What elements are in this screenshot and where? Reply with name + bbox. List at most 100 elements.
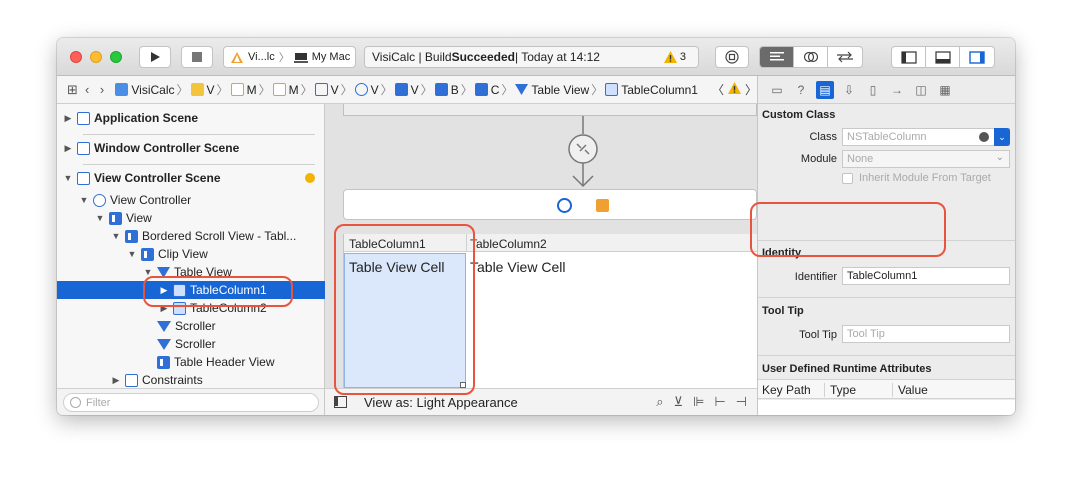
path-item-table-view[interactable]: Table View xyxy=(515,83,589,97)
path-item-view[interactable]: V xyxy=(394,82,419,97)
update-frames-icon[interactable]: ⌕ xyxy=(656,394,663,410)
add-constraints-icon[interactable]: ⊢ xyxy=(714,394,725,410)
chevron-down-icon: ⌄ xyxy=(995,152,1004,163)
outline-item-bordered-scroll-view[interactable]: ▼ Bordered Scroll View - Tabl... xyxy=(57,227,325,245)
path-item-clip-view[interactable]: C xyxy=(474,82,499,97)
segue-connector-icon xyxy=(568,116,598,188)
class-field[interactable]: NSTableColumn ⌄ xyxy=(842,128,1010,146)
go-arrow-icon[interactable] xyxy=(979,132,989,142)
key-path-column[interactable]: Key Path xyxy=(762,383,811,397)
scene-row-window-controller[interactable]: ▶ Window Controller Scene xyxy=(57,139,325,157)
view-icon xyxy=(474,82,488,96)
path-item-folder[interactable]: V xyxy=(190,82,215,97)
effects-inspector-icon[interactable]: ▦ xyxy=(936,81,954,99)
run-button[interactable] xyxy=(139,46,171,68)
library-button[interactable] xyxy=(715,46,749,68)
back-button[interactable]: ‹ xyxy=(80,82,95,97)
disclosure-down-icon[interactable]: ▼ xyxy=(79,195,89,205)
scene-row-application[interactable]: ▶ Application Scene xyxy=(57,109,325,127)
minimize-window-button[interactable] xyxy=(90,51,102,63)
scene-dock xyxy=(343,189,757,220)
next-issue-button[interactable]: 〉 xyxy=(745,81,757,98)
bindings-inspector-icon[interactable]: ◫ xyxy=(912,81,930,99)
highlight-outline-table-column xyxy=(143,276,293,307)
assistant-icon xyxy=(803,51,818,63)
disclosure-down-icon[interactable]: ▼ xyxy=(63,173,73,183)
outline-item-constraints[interactable]: ▶ Constraints xyxy=(57,371,325,389)
outline-item-view[interactable]: ▼ View xyxy=(57,209,325,227)
file-inspector-icon[interactable]: ▭ xyxy=(768,81,786,99)
assistant-editor-button[interactable] xyxy=(794,47,828,67)
play-icon xyxy=(151,52,160,62)
attributes-inspector-icon[interactable]: ⇩ xyxy=(840,81,858,99)
forward-button[interactable]: › xyxy=(95,82,110,97)
identity-inspector-icon[interactable]: ▤ xyxy=(816,80,834,99)
runtime-attributes-table[interactable] xyxy=(758,400,1015,415)
view-controller-dock-icon[interactable] xyxy=(557,198,572,213)
help-inspector-icon[interactable]: ? xyxy=(792,81,810,99)
size-inspector-icon[interactable]: ▯ xyxy=(864,81,882,99)
version-editor-button[interactable] xyxy=(828,47,862,67)
outline-item-clip-view[interactable]: ▼ Clip View xyxy=(57,245,325,263)
path-item-view-controller[interactable]: V xyxy=(354,82,379,97)
type-column[interactable]: Type xyxy=(830,383,856,397)
inherit-module-checkbox[interactable]: Inherit Module From Target xyxy=(842,172,991,184)
zoom-window-button[interactable] xyxy=(110,51,122,63)
stop-button[interactable] xyxy=(181,46,213,68)
disclosure-right-icon[interactable]: ▶ xyxy=(63,113,73,124)
outline-item-table-header-view[interactable]: Table Header View xyxy=(57,353,325,371)
connections-inspector-icon[interactable]: → xyxy=(888,81,906,99)
first-responder-dock-icon[interactable] xyxy=(596,199,609,212)
filter-field[interactable]: Filter xyxy=(63,393,319,412)
filter-placeholder: Filter xyxy=(86,396,111,409)
embed-in-icon[interactable]: ⊻ xyxy=(674,394,684,410)
scroller-icon xyxy=(157,320,171,332)
view-as-label[interactable]: View as: Light Appearance xyxy=(364,395,518,410)
disclosure-down-icon[interactable]: ▼ xyxy=(111,231,121,241)
outline-item-scroller-1[interactable]: Scroller xyxy=(57,317,325,335)
activity-viewer[interactable]: VisiCalc | Build Succeeded | Today at 14… xyxy=(364,46,699,68)
toggle-inspector-button[interactable] xyxy=(960,47,994,67)
close-window-button[interactable] xyxy=(70,51,82,63)
folder-icon xyxy=(190,82,204,96)
highlight-canvas-table-column xyxy=(334,224,475,395)
disclosure-down-icon[interactable]: ▼ xyxy=(127,249,137,259)
module-placeholder: None xyxy=(847,153,874,165)
view-controller-icon xyxy=(93,193,106,207)
outline-filter-bar: Filter xyxy=(57,388,325,415)
path-item-scroll-view[interactable]: B xyxy=(434,82,459,97)
path-item-table-column[interactable]: TableColumn1 xyxy=(605,82,698,97)
disclosure-right-icon[interactable]: ▶ xyxy=(63,143,73,154)
path-item-storyboard-base[interactable]: M xyxy=(272,82,299,97)
previous-issue-button[interactable]: 〈 xyxy=(712,81,724,98)
path-item-scene[interactable]: V xyxy=(314,82,339,97)
outline-item-scroller-2[interactable]: Scroller xyxy=(57,335,325,353)
disclosure-down-icon[interactable]: ▼ xyxy=(95,213,105,223)
table-cell-2[interactable]: Table View Cell xyxy=(470,259,565,275)
bottom-panel-icon xyxy=(934,50,951,64)
module-field[interactable]: None ⌄ xyxy=(842,150,1010,168)
warning-dot-icon[interactable] xyxy=(305,173,315,183)
scheme-selector[interactable]: Vi...lc 〉 My Mac xyxy=(223,46,356,68)
column-header-2[interactable]: TableColumn2 xyxy=(470,237,547,251)
scene-row-view-controller[interactable]: ▼ View Controller Scene xyxy=(57,169,325,187)
outline-item-view-controller[interactable]: ▼ View Controller xyxy=(57,191,325,209)
path-item-storyboard[interactable]: M xyxy=(230,82,257,97)
storyboard-icon xyxy=(230,82,244,96)
toggle-debug-button[interactable] xyxy=(926,47,960,67)
path-item-project[interactable]: VisiCalc xyxy=(115,82,175,97)
identifier-field[interactable]: TableColumn1 xyxy=(842,267,1010,285)
value-column[interactable]: Value xyxy=(898,383,928,397)
related-items-icon[interactable]: ⊞ xyxy=(65,82,80,98)
tooltip-field[interactable]: Tool Tip xyxy=(842,325,1010,343)
storyboard-icon xyxy=(272,82,286,96)
disclosure-right-icon[interactable]: ▶ xyxy=(111,375,121,386)
issue-warning-icon[interactable] xyxy=(727,82,741,97)
toggle-navigator-button[interactable] xyxy=(892,47,926,67)
standard-editor-button[interactable] xyxy=(760,47,794,67)
document-outline-toggle-icon[interactable] xyxy=(334,396,347,408)
warning-indicator[interactable]: 3 xyxy=(663,51,686,63)
resolve-issues-icon[interactable]: ⊣ xyxy=(736,394,747,410)
class-dropdown-icon[interactable]: ⌄ xyxy=(994,128,1010,146)
align-icon[interactable]: ⊫ xyxy=(693,394,704,410)
